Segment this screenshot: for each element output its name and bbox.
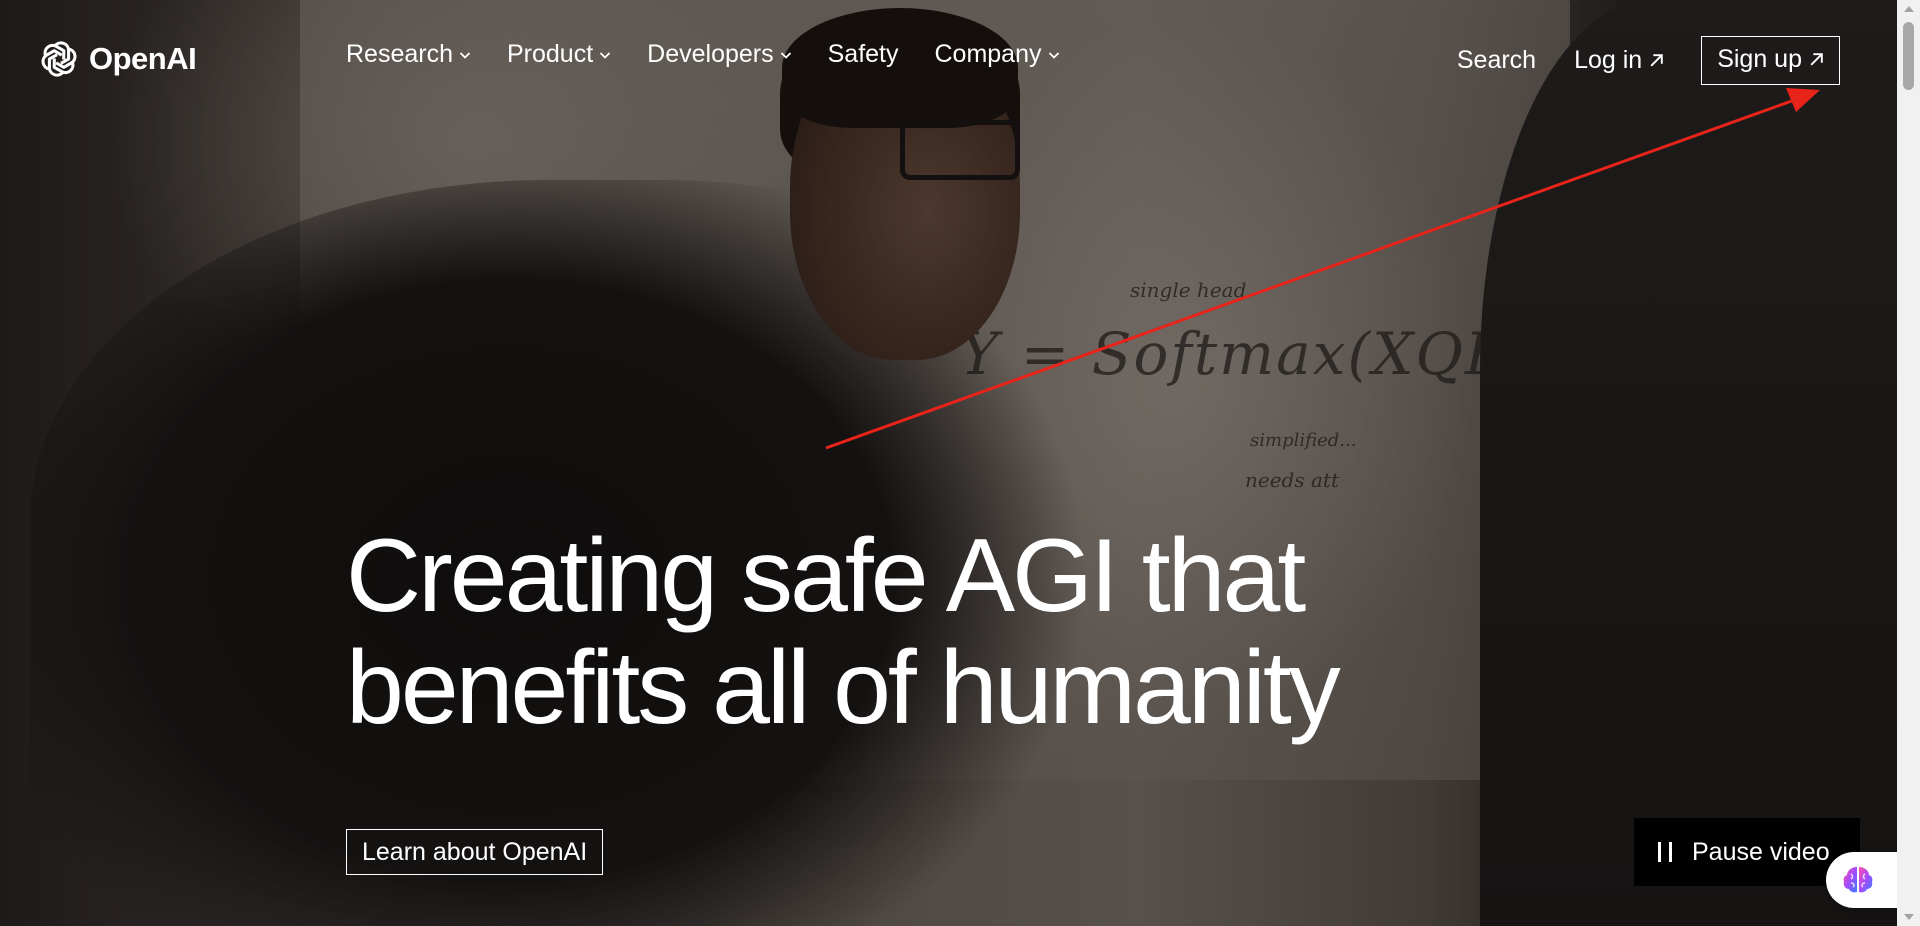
scroll-down-button[interactable] [1897, 908, 1920, 926]
nav-developers[interactable]: Developers [647, 40, 791, 69]
learn-about-openai-button[interactable]: Learn about OpenAI [346, 829, 604, 875]
hero-video-background: single head Y = Softmax(XQKᵀXᵀ)XV simpli… [0, 0, 1910, 926]
signup-label: Sign up [1717, 45, 1802, 73]
chevron-down-icon [780, 51, 791, 59]
hero-headline-line-1: Creating safe AGI that [346, 518, 1306, 634]
pause-video-label: Pause video [1692, 837, 1830, 866]
brand-name: OpenAI [89, 41, 197, 76]
assistant-launcher-button[interactable] [1826, 852, 1902, 908]
nav-company[interactable]: Company [935, 40, 1060, 69]
video-dim-overlay [0, 0, 1897, 926]
nav-actions: Search Log in Sign up [1457, 36, 1840, 85]
vertical-scrollbar[interactable] [1897, 0, 1920, 926]
top-navigation: OpenAI Research Product Developers Safet… [0, 0, 1897, 120]
nav-safety[interactable]: Safety [828, 40, 899, 69]
scroll-down-icon [1903, 914, 1914, 920]
nav-developers-label: Developers [647, 40, 774, 68]
nav-product[interactable]: Product [507, 40, 611, 69]
nav-research-label: Research [346, 40, 453, 68]
login-link[interactable]: Log in [1574, 46, 1665, 75]
chevron-down-icon [459, 51, 471, 59]
signup-button[interactable]: Sign up [1701, 36, 1840, 85]
scroll-thumb[interactable] [1903, 22, 1914, 90]
nav-product-label: Product [507, 40, 594, 68]
login-label: Log in [1574, 46, 1643, 74]
nav-safety-label: Safety [827, 40, 899, 68]
hero-headline-line-2: benefits all of humanity [346, 630, 1341, 746]
scroll-up-button[interactable] [1897, 0, 1920, 18]
nav-company-label: Company [934, 40, 1042, 68]
chevron-down-icon [600, 51, 611, 59]
nav-research[interactable]: Research [346, 40, 471, 69]
scroll-up-icon [1903, 6, 1914, 12]
openai-logo-link[interactable]: OpenAI [36, 36, 197, 82]
arrow-up-right-icon [1810, 53, 1823, 66]
search-button[interactable]: Search [1457, 46, 1536, 75]
primary-nav: Research Product Developers Safety Compa… [346, 40, 1096, 69]
brain-icon [1843, 867, 1873, 893]
pause-icon [1658, 842, 1672, 862]
hero-headline: Creating safe AGI that benefits all of h… [346, 520, 1546, 744]
arrow-up-right-icon [1650, 54, 1663, 67]
chevron-down-icon [1048, 51, 1059, 59]
openai-logo-icon [41, 41, 77, 77]
page-viewport: single head Y = Softmax(XQKᵀXᵀ)XV simpli… [0, 0, 1920, 926]
